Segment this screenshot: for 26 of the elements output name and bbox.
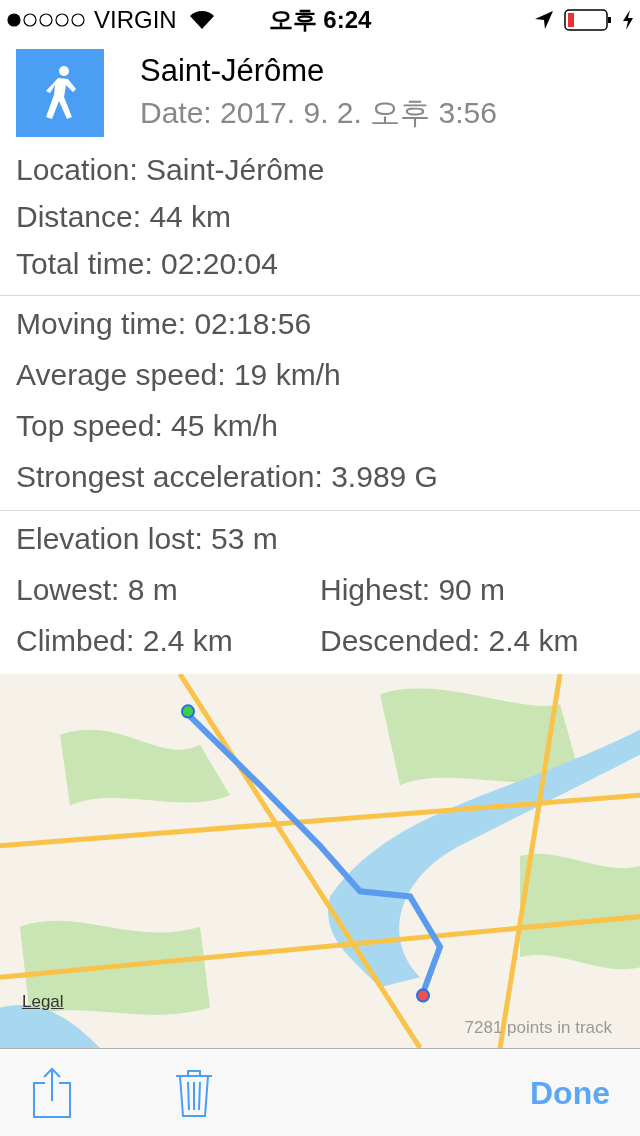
signal-icon	[6, 12, 88, 28]
stat-text: Lowest: 8 m	[16, 572, 179, 608]
stat-text: Total time: 02:20:04	[16, 246, 279, 282]
battery-icon	[564, 9, 612, 31]
location-arrow-icon	[534, 10, 554, 30]
walking-icon	[16, 49, 104, 137]
charging-icon	[622, 10, 634, 30]
stat-text: Highest: 90 m	[320, 572, 507, 608]
track-date: Date: 2017. 9. 2. 오후 3:56	[140, 95, 497, 131]
wifi-icon	[188, 10, 215, 30]
share-button[interactable]	[30, 1065, 74, 1120]
track-title: Saint-Jérôme	[140, 52, 326, 90]
legal-link[interactable]: Legal	[22, 988, 64, 1014]
stat-text: Descended: 2.4 km	[320, 623, 580, 659]
stat-text: Distance: 44 km	[16, 199, 233, 235]
stat-text: Average speed: 19 km/h	[16, 357, 342, 393]
trash-icon	[175, 1067, 213, 1118]
clock-time: 오후 6:24	[268, 5, 372, 35]
stat-text: Strongest acceleration: 3.989 G	[16, 459, 439, 495]
share-icon	[32, 1066, 72, 1119]
stat-text: Elevation lost: 53 m	[16, 521, 279, 557]
stat-text: Moving time: 02:18:56	[16, 306, 313, 342]
carrier-name: VIRGIN	[94, 5, 177, 35]
stat-text: Top speed: 45 km/h	[16, 408, 279, 444]
stat-text: Location: Saint-Jérôme	[16, 152, 326, 188]
stat-text: Climbed: 2.4 km	[16, 623, 234, 659]
